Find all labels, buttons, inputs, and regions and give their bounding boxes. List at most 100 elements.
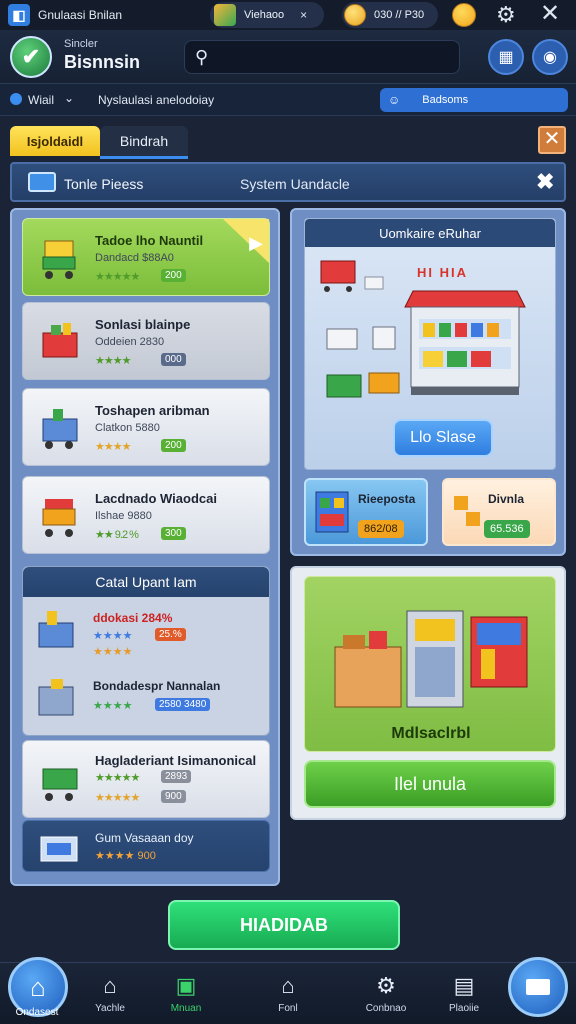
list-item[interactable]: ddokasi 284% ★★★★ 25.% ★★★★: [31, 603, 263, 663]
nav-label: Conbnao: [365, 1003, 407, 1014]
cart-icon: [42, 499, 76, 537]
store-sign: HI HIA: [417, 265, 468, 280]
nav-item-shop[interactable]: ⌂ Fonl: [256, 973, 320, 1021]
coin-value: 030 // P30: [374, 9, 425, 21]
list-item[interactable]: Sonlasi blainpe Oddeien 2830 ★★★★ 000: [22, 302, 270, 380]
tab-chip[interactable]: Viehaoo ×: [210, 2, 324, 28]
rating-stars: ★★★★★: [95, 792, 140, 804]
rating-stars: ★★★★★: [95, 772, 140, 784]
item-name: Gum Vasaaan doy: [95, 831, 194, 845]
market-action-button[interactable]: Ilel unula: [304, 760, 556, 808]
list-item[interactable]: Lacdnado Wiaodcai Ilshae 9880 ★★ 9.2 % 3…: [22, 476, 270, 554]
panel-titlebar: Tonle Pieess System Uandacle ✖: [10, 162, 566, 202]
message-icon: [526, 979, 550, 995]
grid-button[interactable]: ▦: [488, 39, 524, 75]
list-item[interactable]: Tadoe lho Nauntil Dandacd $88A0 ★★★★★ 20…: [22, 218, 270, 296]
tab-chip-label: Viehaoo: [244, 9, 285, 21]
nav-label: Yachle: [95, 1003, 125, 1014]
market-label: Mdlsaclrbl: [391, 725, 471, 742]
coin-counter: 030 // P30: [342, 2, 438, 28]
panel-title: Tonle Pieess: [64, 176, 144, 192]
cart-icon: [42, 768, 78, 801]
market-panel: Mdlsaclrbl Ilel unula: [290, 566, 566, 820]
reports-card[interactable]: Rieeposta 862/08: [304, 478, 428, 546]
nav-item-menu[interactable]: ▣ Mnuan: [154, 973, 218, 1021]
rating-stars: ★★★★★: [95, 271, 140, 283]
board-icon: ▤: [453, 973, 475, 998]
rating-stars: ★★ 9.2 %: [95, 529, 139, 541]
store-action-button[interactable]: Llo Slase: [393, 419, 493, 457]
store-preview: Uomkaire eRuhar HI HIA Llo Slase: [304, 218, 556, 470]
bottom-nav: ⌂ Ondasest ⌂ Yachle ▣ Mnuan ⌂ Fonl ⚙ Con…: [0, 957, 576, 1024]
tab-underline: [100, 156, 188, 159]
house-icon: ⌂: [103, 973, 117, 998]
deals-card[interactable]: Divnla 65.536: [442, 478, 556, 546]
item-list-panel: Tadoe lho Nauntil Dandacd $88A0 ★★★★★ 20…: [10, 208, 280, 886]
item-value: 200: [161, 439, 186, 452]
item-sub: Ilshae 9880: [95, 510, 152, 522]
list-item[interactable]: Toshapen aribman Clatkon 5880 ★★★★ 200: [22, 388, 270, 466]
status-bar: ◧ Gnulaasi Bnilan Viehaoo × 030 // P30 ⚙…: [0, 0, 576, 30]
badges-label: Badsoms: [422, 94, 469, 106]
rating-stars: ★★★★: [95, 441, 131, 453]
panel-close-button[interactable]: ✕: [538, 126, 566, 154]
close-icon[interactable]: ×: [300, 8, 307, 22]
logo-icon: ✔: [10, 36, 52, 78]
close-icon[interactable]: ✖: [536, 169, 554, 195]
store-title: Uomkaire eRuhar: [305, 219, 555, 247]
item-name: Sonlasi blainpe: [95, 317, 191, 332]
tab-secondary[interactable]: Bindrah: [100, 126, 188, 156]
window-close-icon[interactable]: ✕: [540, 1, 560, 27]
list-item[interactable]: Hagladeriant Isimanonical ★★★★★ 2893 ★★★…: [22, 740, 270, 818]
tab-primary[interactable]: Isjoldaidl: [10, 126, 100, 156]
cart-icon: [42, 409, 78, 449]
store-items-art: [320, 260, 400, 398]
item-name: ddokasi 284%: [93, 611, 173, 625]
basket-icon: [42, 323, 78, 358]
nav-item-board[interactable]: ▤ Plaoiie: [432, 973, 496, 1021]
emoji-icon[interactable]: [452, 3, 476, 27]
list-item[interactable]: Gum Vasaaan doy ★★★★ 900: [22, 820, 270, 872]
rating-stars: ★★★★ 900: [95, 850, 156, 862]
market-art: Mdlsaclrbl: [304, 576, 556, 752]
header: ✔ Sincler Bisnnsin ⚲ ▦ ◉: [0, 30, 576, 84]
box-icon: [38, 679, 74, 716]
location-icon: [10, 93, 22, 105]
item-name: Toshapen aribman: [95, 403, 210, 418]
user-icon: ☺: [388, 93, 401, 107]
search-input[interactable]: ⚲: [184, 40, 460, 74]
market-stall-icon: [334, 610, 528, 708]
camera-button[interactable]: ◉: [532, 39, 568, 75]
app-icon[interactable]: ◧: [8, 4, 30, 26]
rating-stars: ★★★★: [93, 630, 133, 642]
chevron-down-icon[interactable]: ⌄: [64, 91, 74, 105]
shelf-icon: [315, 491, 349, 533]
nav-label-home: Ondasest: [15, 1007, 59, 1018]
cart-icon: [42, 240, 76, 279]
item-sub: Oddeien 2830: [95, 336, 165, 348]
play-icon[interactable]: ▶: [249, 233, 263, 254]
gift-icon: [214, 4, 236, 26]
chat-fab-button[interactable]: [508, 957, 568, 1017]
upgrade-section: Catal Upant Iam ddokasi 284% ★★★★ 25.% ★…: [22, 566, 270, 736]
sub-bar: Wiail ⌄ Nyslaulasi anelodoiay ☺ Badsoms: [0, 84, 576, 116]
section-title: Catal Upant Iam: [23, 567, 269, 597]
item-value: 900: [161, 790, 186, 803]
nav-label: Plaoiie: [448, 1003, 480, 1014]
settings-icon[interactable]: ⚙: [496, 2, 516, 28]
nav-item-settings[interactable]: ⚙ Conbnao: [354, 973, 418, 1021]
deals-value: 65.536: [484, 520, 530, 538]
breadcrumb: Nyslaulasi anelodoiay: [98, 93, 215, 107]
rating-stars: ★★★★: [93, 646, 133, 658]
location-select[interactable]: Wiail: [28, 93, 54, 107]
list-item[interactable]: Bondadespr Nannalan ★★★★ 2580 3480: [31, 671, 263, 731]
item-value: 2893: [161, 770, 192, 783]
nav-label: Fonl: [278, 1003, 298, 1014]
primary-action-button[interactable]: HIADIDAB: [168, 900, 400, 950]
item-value: 25.%: [155, 628, 186, 641]
item-name: Hagladeriant Isimanonical: [95, 753, 257, 768]
gear-icon: ⚙: [376, 973, 396, 998]
nav-item-vehicle[interactable]: ⌂ Yachle: [78, 973, 142, 1021]
store-preview-panel: Uomkaire eRuhar HI HIA Llo Slase Rieepos…: [290, 208, 566, 556]
badges-button[interactable]: ☺ Badsoms: [380, 88, 568, 112]
